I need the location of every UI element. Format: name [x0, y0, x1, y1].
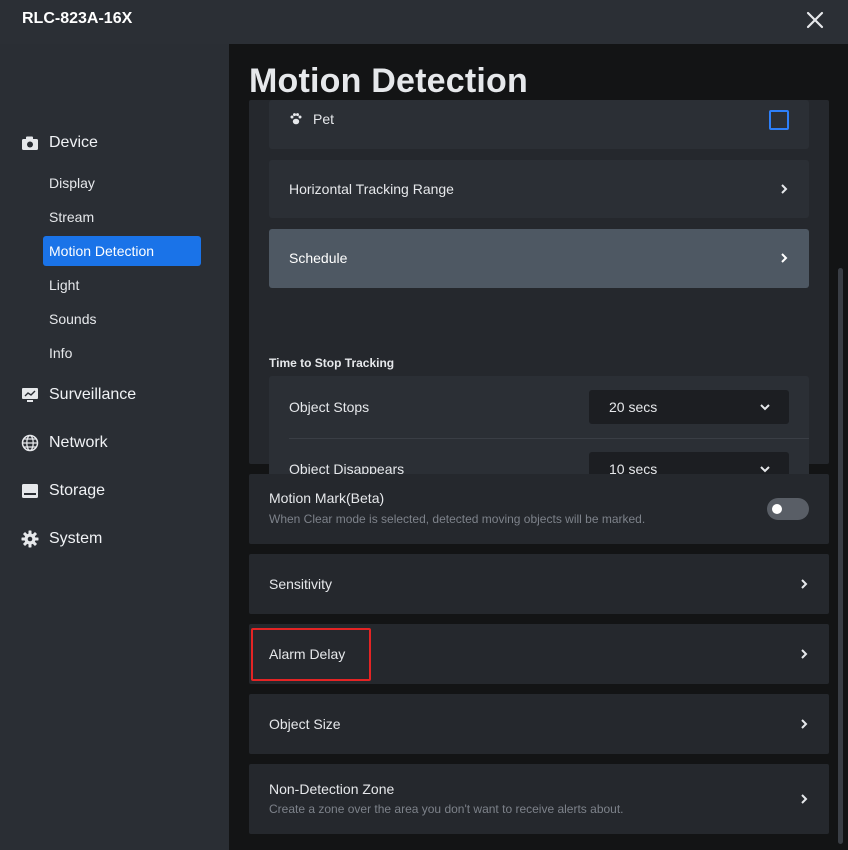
pet-row[interactable]: Pet	[269, 100, 809, 149]
non-detection-zone-label: Non-Detection Zone	[269, 781, 395, 797]
paw-icon	[290, 113, 302, 125]
sidebar-item-motion-detection[interactable]: Motion Detection	[43, 236, 201, 266]
motion-mark-row: Motion Mark(Beta) When Clear mode is sel…	[249, 474, 829, 544]
sidebar-section-storage[interactable]: Storage	[20, 479, 105, 503]
page-title: Motion Detection	[249, 62, 528, 100]
chevron-right-icon	[801, 579, 808, 589]
gear-icon	[20, 529, 40, 549]
chevron-right-icon	[801, 649, 808, 659]
horizontal-tracking-range-row[interactable]: Horizontal Tracking Range	[269, 160, 809, 218]
storage-icon	[20, 481, 40, 501]
pet-checkbox[interactable]	[769, 110, 789, 130]
monitor-icon	[20, 385, 40, 405]
sidebar-section-device[interactable]: Device	[20, 131, 98, 155]
motion-mark-label: Motion Mark(Beta)	[269, 490, 385, 506]
close-icon[interactable]	[803, 8, 827, 32]
sidebar-item-light[interactable]: Light	[43, 270, 201, 300]
sidebar-section-label: Surveillance	[49, 386, 137, 403]
alarm-delay-highlight	[251, 628, 371, 681]
chevron-down-icon	[760, 404, 770, 411]
sidebar-item-sounds[interactable]: Sounds	[43, 304, 201, 334]
chevron-right-icon	[781, 184, 788, 194]
object-stops-value: 20 secs	[609, 399, 658, 415]
scrollbar[interactable]	[838, 268, 843, 844]
sidebar-section-label: Device	[49, 134, 98, 151]
sidebar-section-network[interactable]: Network	[20, 431, 108, 455]
chevron-right-icon	[801, 794, 808, 804]
alarm-delay-row[interactable]: Alarm Delay	[249, 624, 829, 684]
sidebar-item-info[interactable]: Info	[43, 338, 201, 368]
chevron-down-icon	[760, 466, 770, 473]
object-stops-label: Object Stops	[289, 399, 370, 415]
motion-mark-description: When Clear mode is selected, detected mo…	[269, 512, 646, 526]
sidebar-section-system[interactable]: System	[20, 527, 102, 551]
globe-icon	[20, 433, 40, 453]
toggle-knob	[772, 504, 782, 514]
sidebar: Device Display Stream Motion Detection L…	[0, 44, 229, 850]
motion-mark-toggle[interactable]	[767, 498, 809, 520]
pet-label: Pet	[313, 111, 335, 127]
tracking-settings-group: Pet Horizontal Tracking Range Schedule T…	[249, 100, 829, 500]
time-to-stop-tracking-heading: Time to Stop Tracking	[269, 356, 395, 370]
divider	[289, 438, 809, 439]
horizontal-tracking-range-label: Horizontal Tracking Range	[289, 181, 454, 197]
sensitivity-label: Sensitivity	[269, 576, 333, 592]
object-size-label: Object Size	[269, 716, 341, 732]
sidebar-item-display[interactable]: Display	[43, 168, 201, 198]
sidebar-section-surveillance[interactable]: Surveillance	[20, 383, 136, 407]
chevron-right-icon	[781, 253, 788, 263]
non-detection-zone-row[interactable]: Non-Detection Zone Create a zone over th…	[249, 764, 829, 834]
main-content: Pet Horizontal Tracking Range Schedule T…	[229, 44, 848, 850]
sensitivity-row[interactable]: Sensitivity	[249, 554, 829, 614]
window-title: RLC-823A-16X	[22, 10, 133, 27]
sidebar-section-label: Storage	[49, 482, 106, 499]
sidebar-section-label: System	[49, 530, 103, 547]
schedule-label: Schedule	[289, 250, 348, 266]
sidebar-item-stream[interactable]: Stream	[43, 202, 201, 232]
camera-icon	[20, 133, 40, 153]
sidebar-section-label: Network	[49, 434, 108, 451]
chevron-right-icon	[801, 719, 808, 729]
schedule-row[interactable]: Schedule	[269, 229, 809, 288]
object-size-row[interactable]: Object Size	[249, 694, 829, 754]
object-stops-select[interactable]: 20 secs	[589, 390, 789, 424]
non-detection-zone-description: Create a zone over the area you don't wa…	[269, 802, 624, 816]
title-bar: RLC-823A-16X	[0, 0, 848, 44]
